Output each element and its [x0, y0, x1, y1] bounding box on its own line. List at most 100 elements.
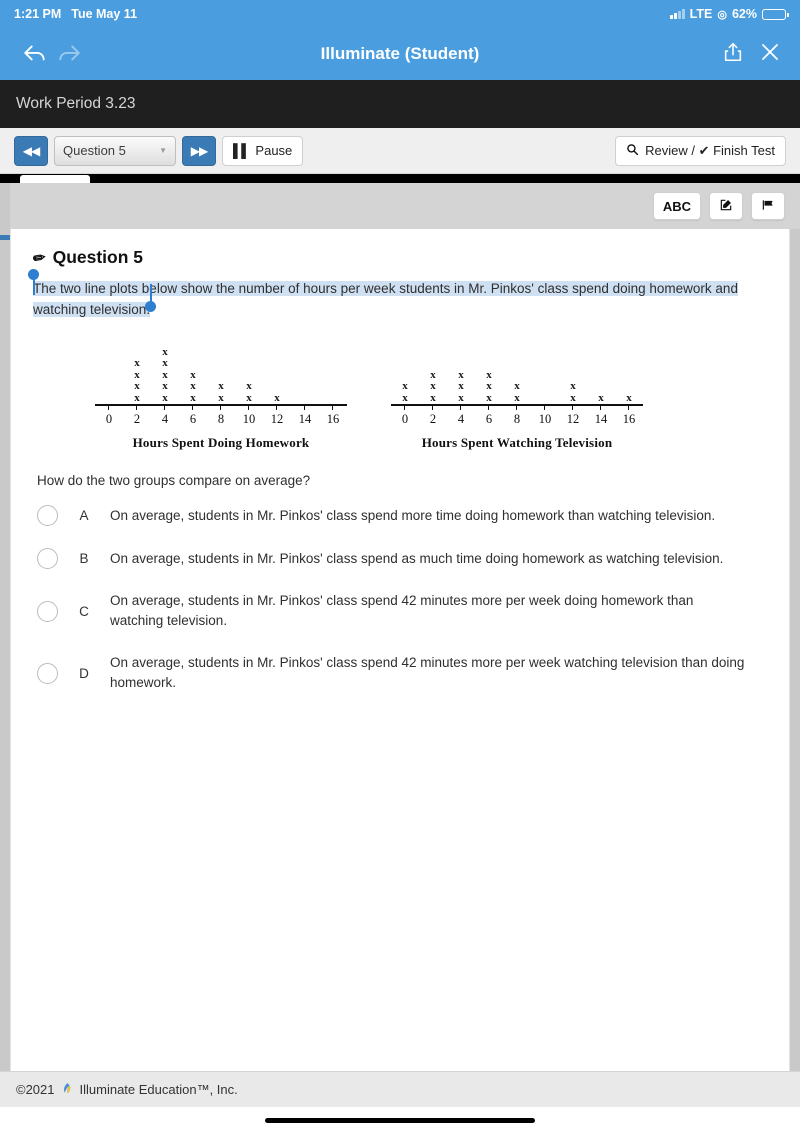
television-plot-caption: Hours Spent Watching Television [421, 435, 613, 450]
plot-column: xx [402, 380, 408, 404]
tick-label: 8 [217, 412, 225, 426]
content-area: ABC ✏ Question 5 The two line plots belo… [0, 183, 800, 1071]
status-date: Tue May 11 [71, 7, 138, 21]
question-stem: The two line plots below show the number… [28, 269, 763, 320]
question-prompt: How do the two groups compare on average… [37, 473, 311, 488]
page-title: Illuminate (Student) [320, 44, 480, 63]
choice-text: On average, students in Mr. Pinkos' clas… [110, 655, 745, 690]
plot-column: xxx [458, 368, 464, 404]
tick-label: 14 [594, 412, 608, 426]
tick-label: 2 [133, 412, 141, 426]
plot-column: x [626, 391, 632, 404]
plot-column: xx [570, 380, 576, 404]
tick-label: 16 [622, 412, 636, 426]
flag-icon [761, 198, 775, 215]
question-stem-text: The two line plots below show the number… [33, 281, 738, 317]
annotate-button[interactable] [709, 192, 743, 220]
tick-label: 16 [326, 412, 340, 426]
flag-button[interactable] [751, 192, 785, 220]
choice-letter: B [79, 551, 89, 566]
double-left-arrow-icon: ◀◀ [22, 143, 40, 158]
television-axis-labels: 0 2 4 6 8 10 12 14 16 [391, 412, 643, 427]
scroll-indicator[interactable] [0, 235, 10, 240]
homework-line-plot: xxxx xxxxx xxx xx xx x 0 2 4 6 8 10 12 1… [95, 342, 347, 451]
plot-column: xx [514, 380, 520, 404]
selection-handle-start[interactable] [28, 269, 39, 295]
chevron-down-icon: ▼ [159, 146, 167, 155]
tick-label: 14 [298, 412, 312, 426]
signal-bars-icon [670, 9, 685, 19]
status-bar-left: 1:21 PM Tue May 11 [14, 7, 137, 21]
back-arrow-icon[interactable] [18, 37, 52, 71]
carrier-label: LTE [689, 7, 713, 21]
plot-column: xxx [430, 368, 436, 404]
pause-label: Pause [255, 143, 293, 158]
question-heading-label: Question 5 [52, 247, 144, 267]
answer-choice-d[interactable]: D On average, students in Mr. Pinkos' cl… [33, 642, 767, 704]
plot-column: xxxxx [162, 345, 168, 404]
answer-choice-c[interactable]: C On average, students in Mr. Pinkos' cl… [33, 580, 767, 642]
television-line-plot: xx xxx xxx xxx xx xx x x 0 2 4 6 8 10 12… [391, 342, 643, 451]
tick-label: 8 [513, 412, 521, 426]
question-select-value: Question 5 [63, 143, 126, 158]
plot-column: xxx [486, 368, 492, 404]
choice-letter: D [79, 665, 89, 681]
pencil-icon: ✏ [31, 248, 48, 268]
question-select[interactable]: Question 5 ▼ [54, 135, 176, 166]
tick-label: 0 [105, 412, 113, 426]
radio-button[interactable] [37, 548, 58, 569]
status-time: 1:21 PM [14, 7, 62, 21]
work-period-label: Work Period 3.23 [16, 95, 136, 112]
plot-column: xxxx [134, 357, 140, 404]
abc-label: ABC [662, 198, 691, 214]
forward-arrow-icon [52, 37, 86, 71]
work-period-bar: Work Period 3.23 [0, 80, 800, 128]
tick-label: 0 [401, 412, 409, 426]
app-nav-bar: Illuminate (Student) [0, 28, 800, 80]
selection-handle-end[interactable] [145, 284, 156, 312]
tick-label: 6 [485, 412, 493, 426]
homework-plot-marks: xxxx xxxxx xxx xx xx x [95, 342, 347, 404]
choice-letter: A [79, 508, 89, 523]
answer-choice-b[interactable]: B On average, students in Mr. Pinkos' cl… [33, 537, 767, 580]
review-finish-label: Review / ✔ Finish Test [645, 142, 775, 158]
tick-label: 4 [457, 412, 465, 426]
illuminate-leaf-logo-icon [61, 1081, 74, 1099]
next-question-button[interactable]: ▶▶ [182, 135, 216, 166]
choice-letter: C [79, 603, 89, 619]
radio-button[interactable] [37, 505, 58, 526]
magnifier-icon [626, 143, 639, 159]
page-footer: ©2021 Illuminate Education™, Inc. [0, 1071, 800, 1107]
homework-axis-labels: 0 2 4 6 8 10 12 14 16 [95, 412, 347, 427]
radio-button[interactable] [37, 600, 58, 622]
television-axis [391, 404, 643, 412]
tick-label: 10 [242, 412, 256, 426]
homework-axis [95, 404, 347, 412]
review-finish-test-button[interactable]: Review / ✔ Finish Test [615, 135, 786, 166]
previous-question-button[interactable]: ◀◀ [14, 135, 48, 166]
home-indicator-area [0, 1107, 800, 1134]
plot-column: xx [246, 380, 252, 404]
question-heading: ✏ Question 5 [31, 247, 767, 268]
answer-choice-a[interactable]: A On average, students in Mr. Pinkos' cl… [33, 494, 767, 537]
tick-label: 12 [270, 412, 284, 426]
pencil-square-icon [719, 198, 733, 215]
tick-label: 2 [429, 412, 437, 426]
plot-column: xx [218, 380, 224, 404]
homework-plot-caption: Hours Spent Doing Homework [132, 435, 310, 450]
battery-percent: 62% [731, 7, 757, 21]
pause-button[interactable]: ▌▌ Pause [222, 135, 304, 166]
tab-strip [0, 174, 800, 191]
choice-text: On average, students in Mr. Pinkos' clas… [110, 507, 716, 523]
plot-column: x [598, 391, 604, 404]
radio-button[interactable] [37, 662, 58, 684]
abc-button[interactable]: ABC [652, 192, 701, 220]
app-root: 1:21 PM Tue May 11 LTE ◎ 62% Illuminate … [0, 0, 800, 1145]
share-icon[interactable] [722, 40, 744, 69]
plot-column: xxx [190, 368, 196, 404]
status-bar-right: LTE ◎ 62% [670, 7, 789, 21]
tick-label: 4 [161, 412, 169, 426]
television-plot-marks: xx xxx xxx xxx xx xx x x [391, 342, 643, 404]
close-x-icon[interactable] [758, 40, 782, 69]
home-indicator[interactable] [265, 1118, 535, 1123]
